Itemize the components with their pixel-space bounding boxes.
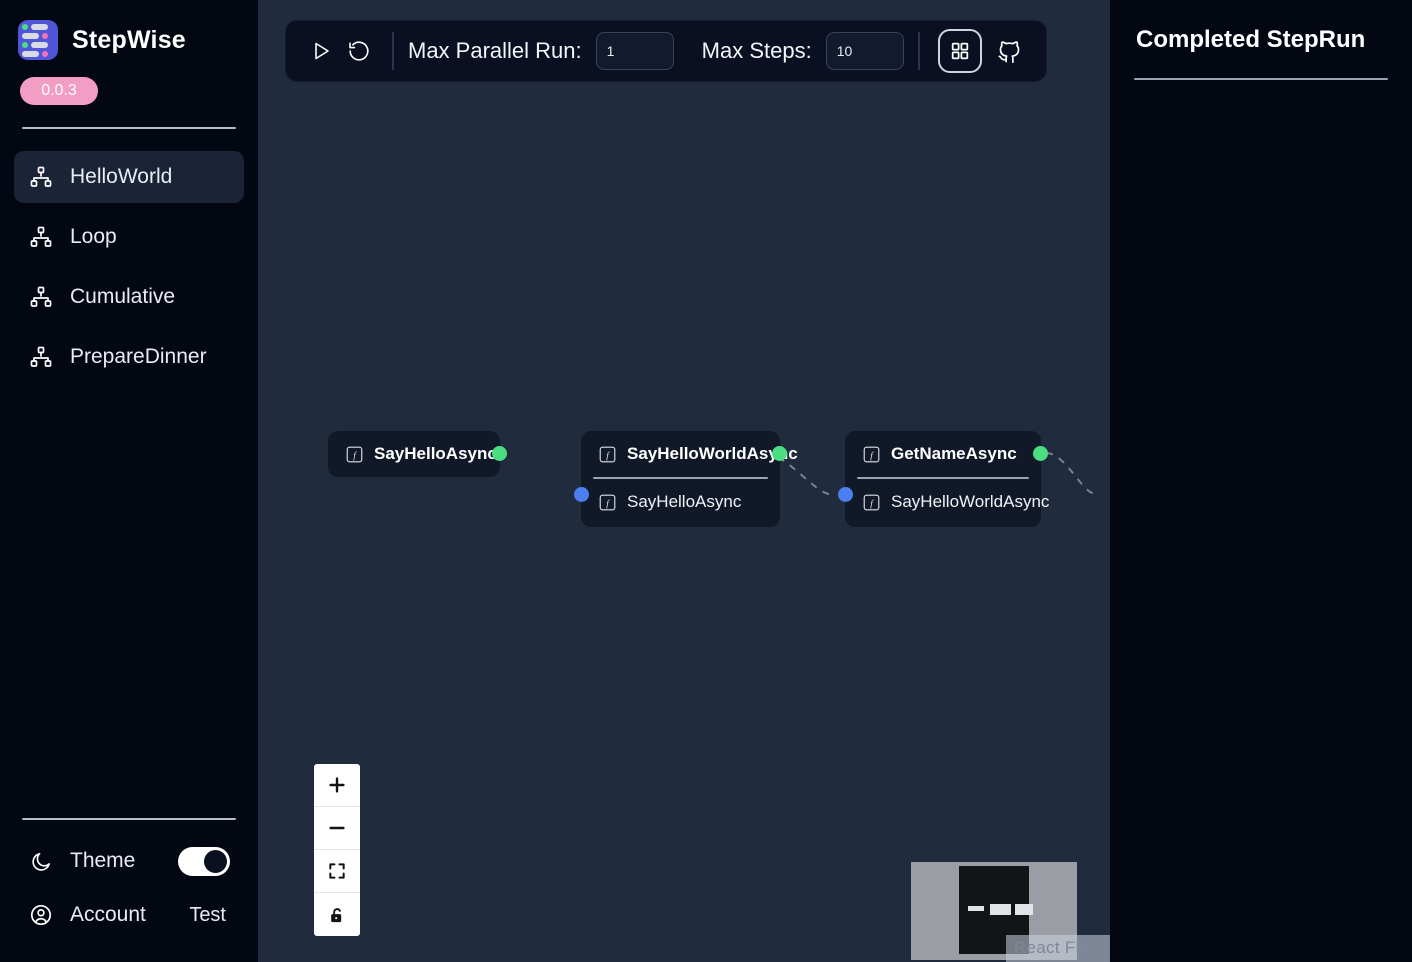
function-icon: f xyxy=(863,494,880,511)
flow-node[interactable]: f SayHelloAsync xyxy=(328,431,507,477)
user-circle-icon xyxy=(28,902,54,928)
hierarchy-icon xyxy=(28,224,54,250)
node-input-handle[interactable] xyxy=(838,487,853,502)
completed-steprun-panel: Completed StepRun xyxy=(1110,0,1412,962)
node-header: f SayHelloAsync xyxy=(328,431,500,477)
node-param-row[interactable]: f SayHelloWorldAsync xyxy=(845,479,1049,527)
function-icon: f xyxy=(599,446,616,463)
node-param-label: SayHelloAsync xyxy=(627,492,742,511)
hierarchy-icon xyxy=(28,284,54,310)
node-title: GetNameAsync xyxy=(891,444,1017,463)
node-param-label: SayHelloWorldAsync xyxy=(891,492,1050,511)
hierarchy-icon xyxy=(28,164,54,190)
node-output-handle[interactable] xyxy=(1033,446,1048,461)
node-title: SayHelloAsync xyxy=(374,444,497,463)
brand: StepWise xyxy=(0,0,258,60)
version-badge: 0.0.3 xyxy=(20,77,98,105)
svg-text:f: f xyxy=(870,450,874,461)
svg-text:f: f xyxy=(353,450,357,461)
moon-icon xyxy=(28,848,54,874)
flow-node[interactable]: f SayHelloWorldAsync f SayHelloAsync xyxy=(574,431,798,527)
sidebar-nav: HelloWorld Loop Cumulative PrepareDinner xyxy=(0,151,258,383)
node-output-handle[interactable] xyxy=(492,446,507,461)
account-label: Account xyxy=(70,903,146,926)
function-icon: f xyxy=(346,446,363,463)
function-icon: f xyxy=(599,494,616,511)
sidebar-item-label: PrepareDinner xyxy=(70,345,207,368)
sidebar-item-label: HelloWorld xyxy=(70,165,173,188)
sidebar-item-loop[interactable]: Loop xyxy=(14,211,244,263)
hierarchy-icon xyxy=(28,344,54,370)
theme-toggle[interactable] xyxy=(178,846,230,876)
sidebar-item-label: Cumulative xyxy=(70,285,176,308)
minimap-node xyxy=(990,904,1011,915)
flow-graph: f SayHelloAsync f SayHelloWorldAsync f S… xyxy=(258,0,1110,962)
svg-text:f: f xyxy=(606,498,610,509)
minimap-node xyxy=(968,906,984,911)
sidebar-item-preparedinner[interactable]: PrepareDinner xyxy=(14,331,244,383)
react-flow-attribution[interactable]: React Flow xyxy=(1005,935,1110,962)
minimap-node xyxy=(1015,904,1033,915)
node-header: f GetNameAsync xyxy=(845,431,1041,477)
sidebar-item-label: Loop xyxy=(70,225,117,248)
zoom-in-button[interactable] xyxy=(314,764,360,807)
zoom-out-button[interactable] xyxy=(314,807,360,850)
fit-view-button[interactable] xyxy=(314,850,360,893)
node-output-handle[interactable] xyxy=(772,446,787,461)
node-header: f SayHelloWorldAsync xyxy=(581,431,798,477)
function-icon: f xyxy=(863,446,880,463)
panel-divider xyxy=(1134,78,1388,80)
flow-canvas[interactable]: Max Parallel Run: Max Steps: xyxy=(258,0,1110,962)
svg-text:f: f xyxy=(870,498,874,509)
account-username: Test xyxy=(189,903,226,926)
theme-label: Theme xyxy=(70,849,136,872)
sidebar-divider-top xyxy=(22,127,236,129)
panel-title: Completed StepRun xyxy=(1136,26,1366,53)
node-input-handle[interactable] xyxy=(574,487,589,502)
flow-node[interactable]: f GetNameAsync f SayHelloWorldAsync xyxy=(838,431,1049,527)
svg-text:f: f xyxy=(606,450,610,461)
sidebar-bottom: Theme Account Test xyxy=(0,820,258,962)
node-param-row[interactable]: f SayHelloAsync xyxy=(581,479,780,527)
brand-name: StepWise xyxy=(72,25,186,54)
sidebar: StepWise 0.0.3 HelloWorld Loop Cumulativ… xyxy=(0,0,258,962)
theme-row[interactable]: Theme xyxy=(14,836,244,886)
stepwise-app: StepWise 0.0.3 HelloWorld Loop Cumulativ… xyxy=(0,0,1412,962)
flow-controls xyxy=(314,764,360,936)
toggle-interactivity-button[interactable] xyxy=(314,893,360,936)
stepwise-logo-icon xyxy=(18,20,58,60)
sidebar-item-helloworld[interactable]: HelloWorld xyxy=(14,151,244,203)
account-row[interactable]: Account Test xyxy=(14,890,244,940)
sidebar-item-cumulative[interactable]: Cumulative xyxy=(14,271,244,323)
